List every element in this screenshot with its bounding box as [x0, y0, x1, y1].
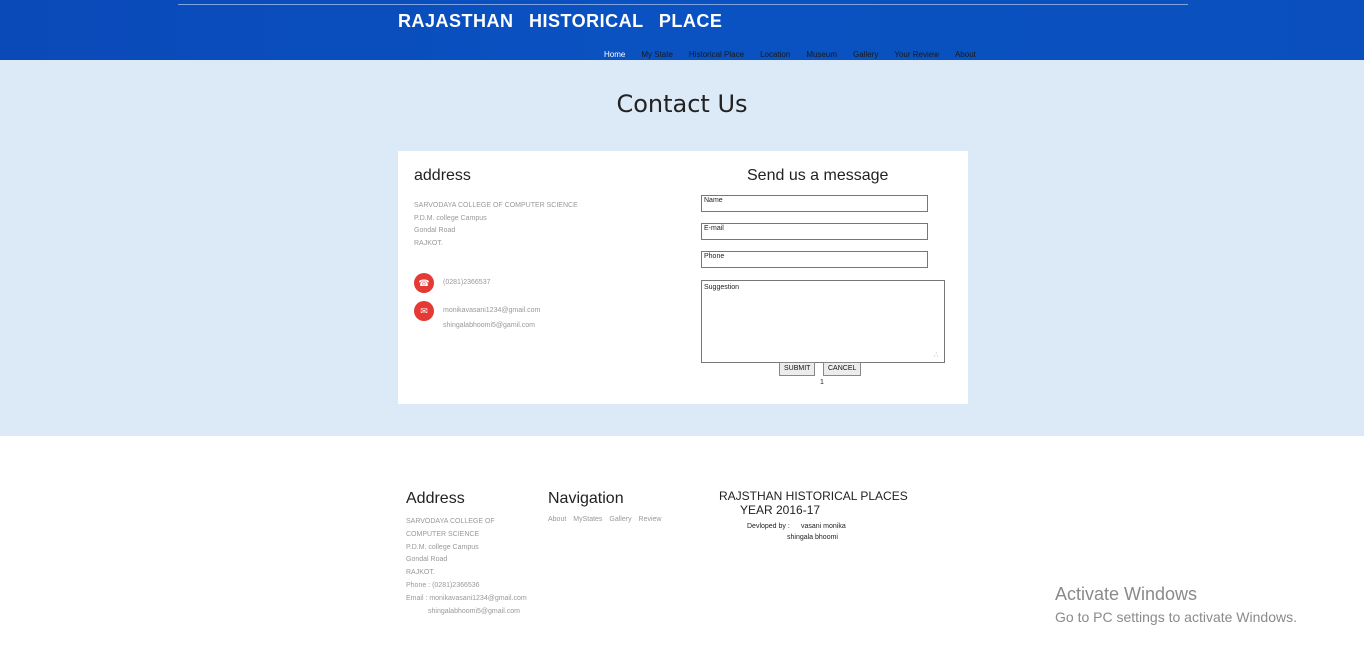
footer-email-2: shingalabhoomi5@gmail.com	[428, 607, 520, 615]
email-address: monikavasani1234@gmail.com	[443, 307, 541, 314]
developed-by-label: Devloped by :	[747, 523, 790, 530]
footer-link-gallery[interactable]: Gallery	[609, 516, 631, 523]
header-divider	[178, 4, 1188, 5]
cancel-button[interactable]: CANCEL	[823, 362, 862, 376]
submit-button[interactable]: SUBMIT	[779, 362, 816, 376]
contact-card: address SARVODAYA COLLEGE OF COMPUTER SC…	[398, 151, 968, 404]
name-field[interactable]: Name	[701, 195, 928, 212]
nav-my-state[interactable]: My State	[641, 50, 673, 59]
site-header: RAJASTHAN HISTORICAL PLACE Home My State…	[0, 0, 1364, 60]
address-line: Gondal Road	[414, 227, 456, 235]
phone-number: (0281)2366537	[443, 279, 491, 286]
phone-row: ☎ (0281)2366537	[414, 273, 491, 293]
watermark-title: Activate Windows	[1055, 584, 1198, 604]
footer-address-line: SARVODAYA COLLEGE OF	[406, 518, 495, 525]
credit-year: YEAR 2016-17	[740, 502, 821, 517]
address-line: RAJKOT.	[414, 240, 443, 248]
address-heading: address	[414, 167, 471, 184]
email-list: monikavasani1234@gmail.com shingalabhoom…	[443, 301, 540, 333]
resize-grip-icon[interactable]: ∴	[934, 352, 941, 359]
developer-name: shingala bhoomi	[787, 534, 838, 541]
message-heading: Send us a message	[747, 167, 889, 184]
footer-link-mystates[interactable]: MyStates	[573, 516, 602, 523]
nav-home[interactable]: Home	[604, 50, 625, 59]
nav-your-review[interactable]: Your Review	[894, 50, 939, 59]
credit-title: RAJSTHAN HISTORICAL PLACES	[719, 489, 908, 503]
page-title: Contact Us	[616, 90, 748, 118]
nav-historical-place[interactable]: Historical Place	[689, 50, 744, 59]
footer-link-review[interactable]: Review	[639, 516, 662, 523]
footer-link-about[interactable]: About	[548, 516, 566, 523]
watermark-subtitle: Go to PC settings to activate Windows.	[1055, 609, 1297, 625]
footer-address-line: RAJKOT.	[406, 569, 435, 577]
nav-gallery[interactable]: Gallery	[853, 50, 878, 59]
credit-block: RAJSTHAN HISTORICAL PLACES YEAR 2016-17	[719, 489, 908, 517]
nav-museum[interactable]: Museum	[806, 50, 837, 59]
address-block: SARVODAYA COLLEGE OF COMPUTER SCIENCE P.…	[414, 200, 578, 251]
address-line: SARVODAYA COLLEGE OF COMPUTER SCIENCE	[414, 202, 578, 209]
mail-icon: ✉	[414, 301, 434, 321]
nav-about[interactable]: About	[955, 50, 976, 59]
email-address: shingalabhoomi5@gamil.com	[443, 321, 535, 329]
nav-location[interactable]: Location	[760, 50, 790, 59]
footer-nav: About MyStates Gallery Review	[548, 516, 666, 523]
suggestion-placeholder: Suggestion	[704, 284, 740, 291]
suggestion-textarea[interactable]: Suggestion ∴	[701, 280, 945, 363]
counter-text: 1	[820, 379, 824, 386]
phone-field[interactable]: Phone	[701, 251, 928, 268]
email-row: ✉ monikavasani1234@gmail.com shingalabho…	[414, 301, 540, 333]
footer-address-line: P.D.M. college Campus	[406, 543, 479, 551]
footer-address-heading: Address	[406, 490, 465, 507]
main-nav: Home My State Historical Place Location …	[604, 50, 992, 59]
footer-nav-heading: Navigation	[548, 490, 624, 507]
email-field[interactable]: E-mail	[701, 223, 928, 240]
footer-address-block: SARVODAYA COLLEGE OF COMPUTER SCIENCE P.…	[406, 516, 527, 618]
phone-icon: ☎	[414, 273, 434, 293]
footer-address-line: COMPUTER SCIENCE	[406, 530, 480, 538]
footer-phone: Phone : (0281)2366536	[406, 581, 480, 589]
developer-name: vasani monika	[801, 523, 846, 530]
footer-email: Email : monikavasani1234@gmail.com	[406, 594, 527, 602]
activate-windows-watermark: Activate Windows Go to PC settings to ac…	[1055, 584, 1297, 625]
site-title: RAJASTHAN HISTORICAL PLACE	[398, 11, 723, 31]
address-line: P.D.M. college Campus	[414, 214, 487, 222]
footer-address-line: Gondal Road	[406, 556, 448, 564]
